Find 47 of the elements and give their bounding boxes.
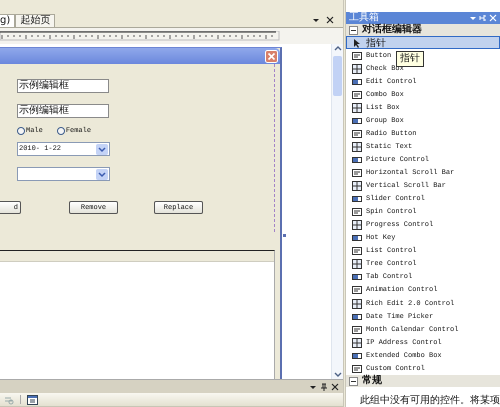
panel-title: 工具箱 — [349, 12, 379, 24]
toolbox-item[interactable]: 指针 — [346, 36, 500, 50]
bar-icon — [352, 116, 362, 126]
bar-icon — [352, 350, 362, 361]
section-header[interactable]: 对话框编辑器 — [346, 24, 500, 36]
grid-icon — [352, 298, 362, 308]
collapse-icon[interactable] — [349, 376, 358, 386]
tooltip: 指针 — [396, 51, 424, 67]
grid-icon — [352, 142, 362, 152]
scroll-bar[interactable] — [331, 44, 343, 379]
window-icon — [352, 285, 362, 296]
grid-icon — [352, 103, 362, 114]
bar-icon — [352, 155, 362, 166]
window-icon — [352, 50, 362, 61]
collapse-icon[interactable] — [349, 26, 358, 34]
grid-icon — [352, 259, 362, 270]
grid-icon — [352, 181, 362, 192]
window-icon — [352, 207, 362, 218]
bar-icon — [352, 272, 362, 282]
bar-icon — [352, 76, 362, 87]
bar-icon — [352, 233, 362, 244]
document-tab[interactable]: g) — [0, 14, 16, 27]
window-icon — [352, 129, 362, 140]
grid-icon — [352, 220, 362, 230]
window-icon — [352, 90, 362, 100]
pin-icon[interactable] — [320, 382, 328, 390]
window-icon — [352, 324, 362, 335]
pointer-icon — [352, 38, 362, 48]
section-header[interactable]: 常规 — [346, 375, 500, 388]
document-tab[interactable]: 起始页 — [15, 14, 56, 27]
bar-icon — [352, 312, 362, 322]
grid-icon — [352, 64, 362, 74]
bar-icon — [352, 194, 362, 204]
window-icon[interactable] — [27, 394, 38, 404]
edit-field[interactable]: 示例编辑框 — [17, 79, 109, 93]
window-icon — [352, 246, 362, 256]
close-icon[interactable] — [331, 382, 339, 390]
dropdown-icon[interactable] — [96, 144, 108, 154]
window-icon — [352, 168, 362, 178]
empty-message: 此组中没有可用的控件。将某项 — [359, 394, 500, 407]
dropdown-icon[interactable] — [96, 168, 108, 180]
dropdown-icon[interactable] — [312, 16, 320, 24]
combo-box[interactable] — [17, 167, 110, 181]
edit-field[interactable]: 示例编辑框 — [17, 104, 109, 118]
window-icon — [352, 364, 362, 374]
close-icon[interactable] — [326, 16, 334, 24]
grid-icon — [352, 338, 362, 348]
